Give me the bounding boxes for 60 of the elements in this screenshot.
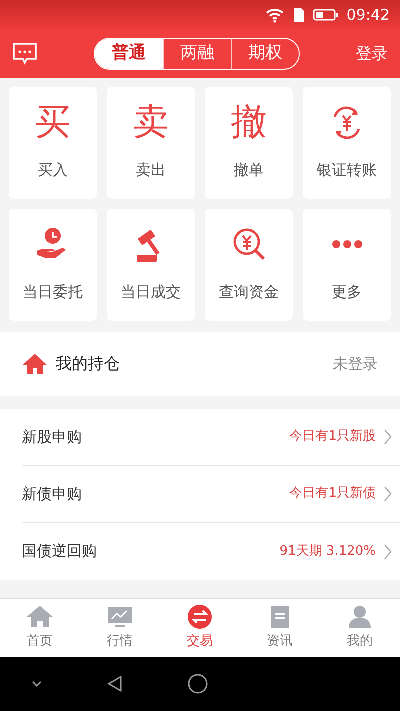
login-status: 未登录 <box>333 354 378 375</box>
holdings-title: 我的持仓 <box>56 353 120 375</box>
system-nav-button[interactable] <box>188 674 208 694</box>
chevron-right-icon <box>384 429 392 445</box>
message-button[interactable] <box>12 42 38 66</box>
action-label: 查询资金 <box>219 282 279 303</box>
action-tile[interactable]: 买 买入 <box>9 87 97 199</box>
service-label: 新股申购 <box>22 426 82 448</box>
chevron-right-icon <box>384 544 392 560</box>
action-label: 更多 <box>332 282 362 303</box>
message-icon <box>12 42 38 66</box>
exchange-icon <box>187 605 213 629</box>
user-icon <box>347 605 373 629</box>
service-info: 今日有1只新债 <box>290 485 376 504</box>
action-glyph: 卖 <box>133 101 169 145</box>
more-icon <box>332 240 362 249</box>
action-tile[interactable]: 查询资金 <box>205 209 293 321</box>
service-label: 新债申购 <box>22 484 82 505</box>
nav-tab[interactable]: 行情 <box>80 599 160 657</box>
chart-monitor-icon <box>107 605 133 629</box>
home-icon <box>27 605 53 629</box>
action-glyph: 撤 <box>231 101 267 145</box>
service-row[interactable]: 新债申购 今日有1只新债 <box>22 466 400 523</box>
service-label: 国债逆回购 <box>22 541 97 562</box>
hide-keyboard-icon <box>32 681 42 687</box>
sim-card-icon <box>292 7 305 23</box>
action-tile[interactable]: 更多 <box>303 209 391 321</box>
action-tile[interactable]: 银证转账 <box>303 87 391 199</box>
status-time: 09:42 <box>346 4 390 26</box>
currency-search-icon <box>231 227 267 263</box>
action-label: 当日成交 <box>121 282 181 303</box>
nav-tab[interactable]: 我的 <box>320 599 400 657</box>
system-nav-button[interactable] <box>32 681 42 687</box>
wifi-icon <box>264 7 285 23</box>
action-tile[interactable]: 卖 卖出 <box>107 87 195 199</box>
battery-icon <box>312 8 339 22</box>
service-info: 今日有1只新股 <box>290 428 376 446</box>
home-circle-icon <box>188 674 208 694</box>
action-label: 撤单 <box>234 160 264 181</box>
account-tab[interactable]: 期权 <box>231 39 299 69</box>
action-tile[interactable]: 撤 撤单 <box>205 87 293 199</box>
account-tab[interactable]: 两融 <box>163 39 231 69</box>
nav-tab[interactable]: 资讯 <box>240 599 320 657</box>
holdings-row[interactable]: 我的持仓 未登录 <box>0 332 400 396</box>
action-label: 买入 <box>38 160 68 181</box>
action-tile[interactable]: 当日成交 <box>107 209 195 321</box>
chevron-right-icon <box>384 486 392 502</box>
home-icon <box>22 353 48 375</box>
nav-tab[interactable]: 首页 <box>0 599 80 657</box>
action-label: 银证转账 <box>317 160 377 181</box>
action-tile[interactable]: 当日委托 <box>9 209 97 321</box>
action-glyph: 买 <box>35 101 71 145</box>
nav-tab[interactable]: 交易 <box>160 599 240 657</box>
login-button[interactable]: 登录 <box>356 42 388 66</box>
action-label: 卖出 <box>136 160 166 181</box>
service-row[interactable]: 国债逆回购 91天期 3.120% <box>22 523 400 580</box>
account-tab[interactable]: 普通 <box>95 39 163 69</box>
action-label: 当日委托 <box>23 282 83 303</box>
service-info: 91天期 3.120% <box>280 542 376 561</box>
service-row[interactable]: 新股申购 今日有1只新股 <box>22 409 400 466</box>
